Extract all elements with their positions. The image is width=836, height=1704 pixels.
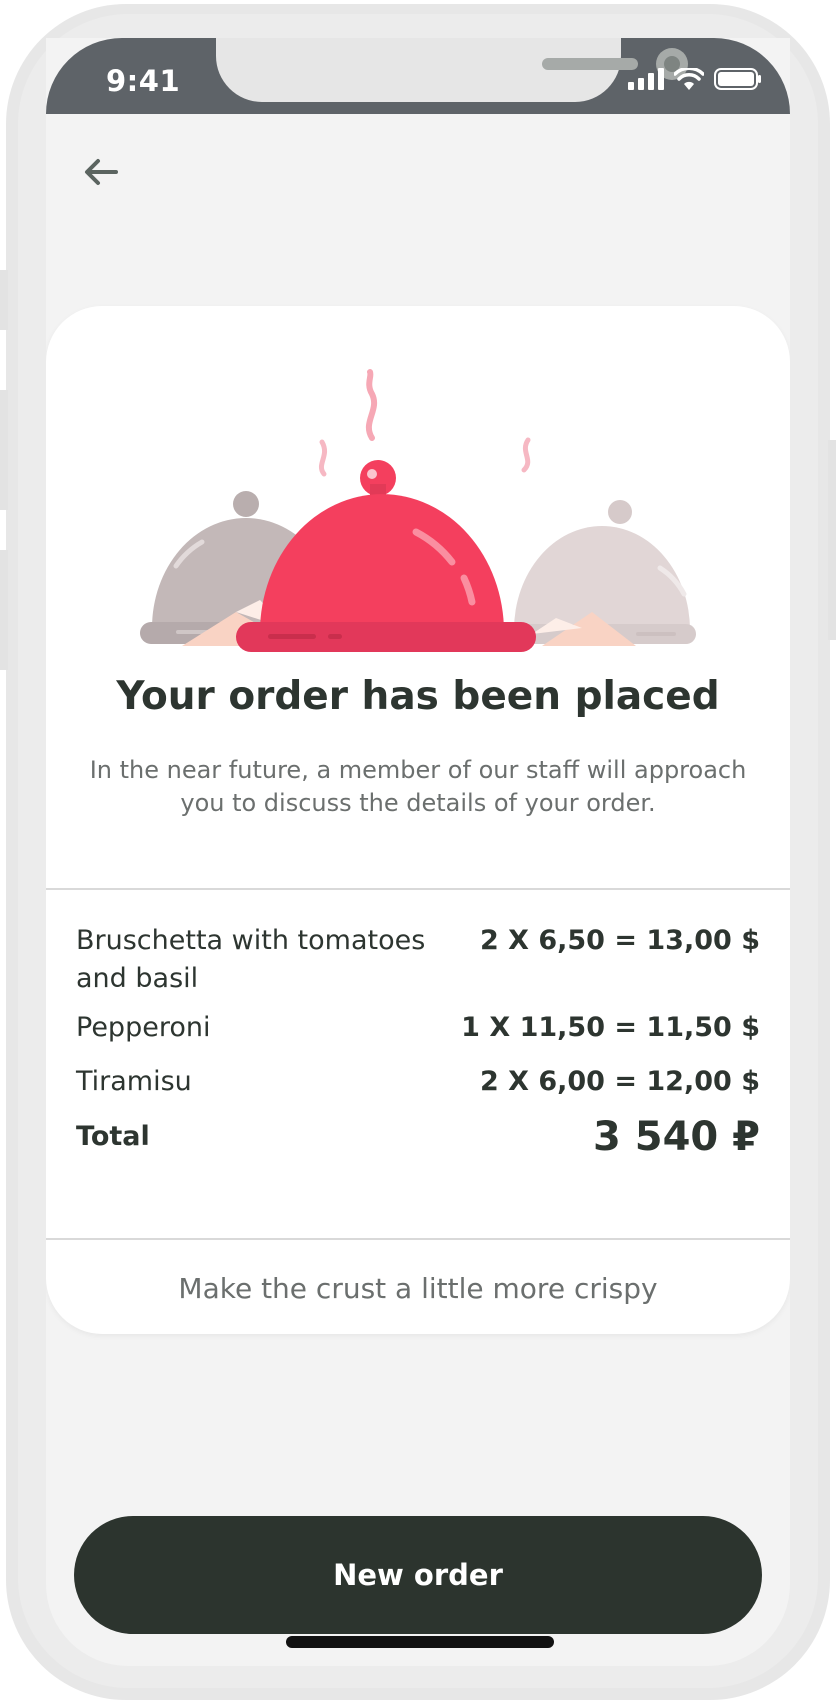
food-cloches-illustration — [140, 369, 696, 652]
order-item-name: Tiramisu — [76, 1066, 192, 1097]
divider-top — [46, 888, 790, 890]
order-item-name: Pepperoni — [76, 1012, 211, 1043]
total-value: 3 540 ₽ — [592, 1114, 760, 1160]
order-item-price: 2 X 6,00 = 12,00 $ — [479, 1066, 760, 1097]
status-time: 9:41 — [106, 64, 181, 98]
status-bar: 9:41 — [46, 38, 790, 114]
order-item-row: Bruschetta with tomatoes and basil 2 X 6… — [76, 922, 760, 998]
order-placed-subtitle: In the near future, a member of our staf… — [89, 756, 747, 817]
speaker-grille — [542, 58, 638, 70]
status-icons — [628, 68, 762, 90]
wifi-icon — [674, 68, 704, 90]
order-total-row: Total 3 540 ₽ — [76, 1114, 760, 1160]
home-indicator — [286, 1636, 554, 1648]
order-summary-card: Your order has been placed In the near f… — [46, 306, 790, 1334]
battery-icon — [714, 68, 761, 90]
order-placed-title: Your order has been placed — [116, 674, 720, 719]
back-button[interactable] — [78, 148, 126, 196]
arrow-left-icon — [85, 159, 118, 185]
main-cloche — [236, 369, 536, 652]
total-label: Total — [76, 1121, 150, 1152]
order-item-price: 2 X 6,50 = 13,00 $ — [479, 925, 760, 956]
divider-bottom — [46, 1238, 790, 1240]
order-item-row: Tiramisu 2 X 6,00 = 12,00 $ — [76, 1063, 760, 1101]
new-order-button[interactable]: New order — [74, 1516, 762, 1634]
order-comment: Make the crust a little more crispy — [178, 1272, 658, 1305]
order-item-row: Pepperoni 1 X 11,50 = 11,50 $ — [76, 1009, 760, 1047]
order-item-price: 1 X 11,50 = 11,50 $ — [461, 1012, 760, 1043]
cellular-signal-icon — [628, 68, 664, 90]
device-notch — [216, 38, 688, 102]
phone-screen: 9:41 Your order has been placed In the n… — [46, 38, 790, 1666]
order-item-name: Bruschetta with tomatoes and basil — [76, 925, 426, 994]
